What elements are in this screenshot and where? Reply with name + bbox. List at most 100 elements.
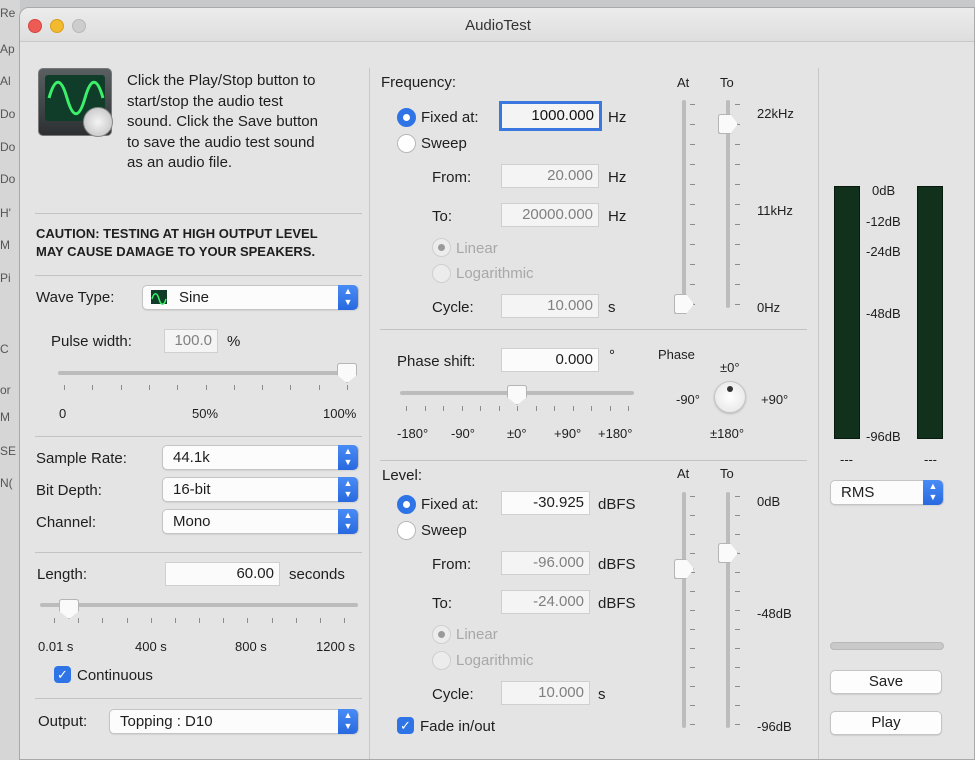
frequency-from-field[interactable]: 20.000 <box>501 164 599 188</box>
tick-mark <box>735 572 740 573</box>
sample-rate-select[interactable]: 44.1k ▲ ▼ <box>162 445 359 470</box>
phase-shift-label: Phase shift: <box>397 353 476 370</box>
level-to-label: To: <box>432 595 453 612</box>
tick-mark <box>102 618 103 623</box>
length-tick-label: 800 s <box>235 639 267 654</box>
tick-mark <box>735 591 740 592</box>
phase-knob-right-label: +90° <box>761 392 789 407</box>
level-sweep-radio[interactable] <box>397 521 416 540</box>
tick-mark <box>199 618 200 623</box>
frequency-cycle-unit: s <box>608 299 616 316</box>
level-unit: dBFS <box>598 496 636 513</box>
level-fixed-radio[interactable] <box>397 495 416 514</box>
length-field[interactable]: 60.00 <box>165 562 280 586</box>
frequency-fixed-field[interactable]: 1000.000 <box>499 101 602 131</box>
background-text: SE <box>0 444 17 458</box>
tick-mark <box>554 406 555 411</box>
chevron-updown-icon: ▲ ▼ <box>338 709 358 734</box>
fade-in-out-checkbox[interactable]: ✓ <box>397 717 414 734</box>
level-from-field[interactable]: -96.000 <box>501 551 590 575</box>
background-text: Ap <box>0 42 15 56</box>
wave-type-select[interactable]: Sine ▲ ▼ <box>142 285 359 310</box>
sample-rate-label: Sample Rate: <box>36 450 127 467</box>
output-device-select[interactable]: Topping : D10 ▲ ▼ <box>109 709 359 734</box>
pulse-width-slider-knob[interactable] <box>337 363 357 383</box>
output-label: Output: <box>38 713 88 730</box>
frequency-to-field[interactable]: 20000.000 <box>501 203 599 227</box>
pulse-width-slider-track[interactable] <box>58 371 354 375</box>
divider <box>380 329 807 330</box>
level-log-label: Logarithmic <box>456 652 534 669</box>
tick-mark <box>690 667 695 668</box>
tick-mark <box>536 406 537 411</box>
tick-mark <box>735 610 740 611</box>
tick-mark <box>480 406 481 411</box>
frequency-at-slider-track[interactable] <box>682 100 686 308</box>
frequency-to-ticks <box>735 104 741 305</box>
tick-mark <box>223 618 224 623</box>
save-button[interactable]: Save <box>830 670 942 694</box>
tick-mark <box>262 385 263 390</box>
frequency-to-col-label: To <box>720 75 734 90</box>
length-unit: seconds <box>289 566 345 583</box>
level-linear-radio[interactable] <box>432 625 451 644</box>
frequency-fixed-label: Fixed at: <box>421 109 479 126</box>
channel-select[interactable]: Mono ▲ ▼ <box>162 509 359 534</box>
frequency-to-label: To: <box>432 208 453 225</box>
phase-dial-indicator <box>727 386 733 392</box>
frequency-log-radio[interactable] <box>432 264 451 283</box>
background-text: Al <box>0 74 11 88</box>
level-log-radio[interactable] <box>432 651 451 670</box>
wave-type-value: Sine <box>179 289 210 306</box>
level-cycle-field[interactable]: 10.000 <box>501 681 590 705</box>
tick-mark <box>127 618 128 623</box>
length-slider-knob[interactable] <box>59 599 79 619</box>
level-scale-label: -48dB <box>757 606 792 621</box>
frequency-linear-radio[interactable] <box>432 238 451 257</box>
chevron-updown-icon: ▲ ▼ <box>338 285 358 310</box>
background-text: N( <box>0 476 13 490</box>
level-to-field[interactable]: -24.000 <box>501 590 590 614</box>
tick-mark <box>320 618 321 623</box>
tick-mark <box>735 686 740 687</box>
phase-dial[interactable] <box>714 381 746 413</box>
title-bar[interactable]: AudioTest <box>20 8 974 42</box>
tick-mark <box>690 104 695 105</box>
fade-in-out-label: Fade in/out <box>420 718 496 735</box>
background-text: or <box>0 383 11 397</box>
tick-mark <box>690 284 695 285</box>
info-line: as an audio file. <box>127 154 233 171</box>
level-fixed-field[interactable]: -30.925 <box>501 491 590 515</box>
tick-mark <box>690 244 695 245</box>
frequency-sweep-radio[interactable] <box>397 134 416 153</box>
phase-shift-field[interactable]: 0.000 <box>501 348 599 372</box>
meter-mode-select[interactable]: RMS ▲ ▼ <box>830 480 944 505</box>
frequency-scale-label: 11kHz <box>757 203 793 218</box>
tick-mark <box>735 244 740 245</box>
tick-mark <box>690 144 695 145</box>
level-at-slider-track[interactable] <box>682 492 686 728</box>
play-button[interactable]: Play <box>830 711 942 735</box>
tick-mark <box>735 648 740 649</box>
pulse-width-field[interactable]: 100.0 <box>164 329 218 353</box>
tick-mark <box>735 204 740 205</box>
wave-type-label: Wave Type: <box>36 289 115 306</box>
left-level-meter <box>834 186 860 439</box>
divider <box>380 460 807 461</box>
tick-mark <box>735 724 740 725</box>
level-to-ticks <box>735 496 741 725</box>
frequency-fixed-radio[interactable] <box>397 108 416 127</box>
tick-mark <box>517 406 518 411</box>
phase-slider-knob[interactable] <box>507 385 527 405</box>
length-slider-track[interactable] <box>40 603 358 607</box>
continuous-checkbox[interactable]: ✓ <box>54 666 71 683</box>
tick-mark <box>344 618 345 623</box>
tick-mark <box>296 618 297 623</box>
tick-mark <box>690 591 695 592</box>
tick-mark <box>443 406 444 411</box>
chevron-updown-icon: ▲ ▼ <box>923 480 943 505</box>
frequency-cycle-field[interactable]: 10.000 <box>501 294 599 318</box>
pulse-width-unit: % <box>227 333 241 350</box>
bit-depth-select[interactable]: 16-bit ▲ ▼ <box>162 477 359 502</box>
level-to-slider-track[interactable] <box>726 492 730 728</box>
